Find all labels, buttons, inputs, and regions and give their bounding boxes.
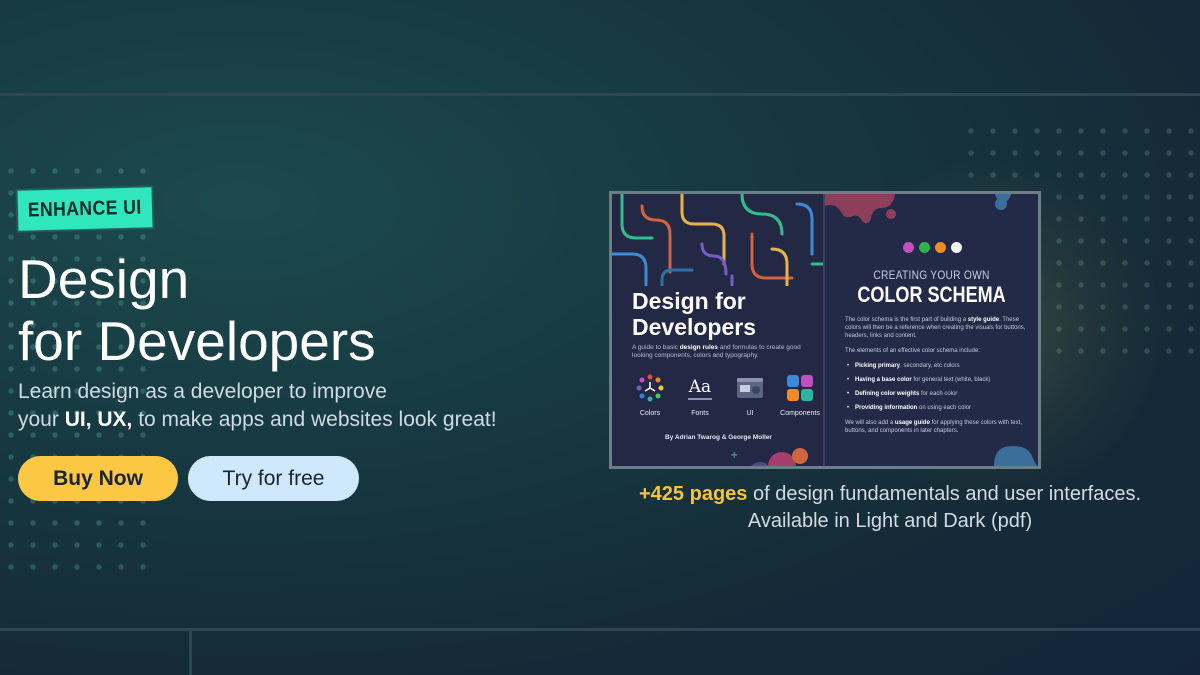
- book-preview: Design for Developers A guide to basic de…: [609, 191, 1041, 469]
- puzzle-icon: [786, 374, 814, 402]
- schema-list-item: Picking primary, secondary, etc colors: [847, 362, 1030, 370]
- schema-body: The color schema is the first part of bu…: [845, 316, 1030, 442]
- schema-list-item: Defining color weights for each color: [847, 390, 1030, 398]
- cover-icon-fonts: Aa Fonts: [680, 374, 720, 417]
- color-wheel-icon: [636, 374, 664, 402]
- swatch-purple: [903, 242, 914, 253]
- swatch-white: [951, 242, 962, 253]
- book-cover-page: Design for Developers A guide to basic de…: [612, 194, 825, 466]
- cover-icon-ui: UI: [730, 374, 770, 417]
- enhance-ui-badge: ENHANCE UI: [17, 187, 153, 231]
- title-line-2: for Developers: [18, 310, 376, 372]
- schema-title: COLOR SCHEMA: [857, 282, 1006, 307]
- svg-text:+: +: [730, 450, 738, 461]
- buy-now-button[interactable]: Buy Now: [18, 456, 178, 501]
- color-swatch-row: [903, 242, 962, 253]
- book-inner-page: CREATING YOUR OWN COLOR SCHEMA The color…: [825, 194, 1038, 466]
- corner-blob-decoration: [994, 446, 1038, 466]
- typography-icon: Aa: [686, 374, 714, 402]
- divider-vertical: [189, 628, 192, 675]
- cover-icon-row: Colors Aa Fonts UI Components: [630, 374, 820, 417]
- swatch-green: [919, 242, 930, 253]
- cover-description: A guide to basic design rules and formul…: [632, 344, 801, 359]
- divider-top: [0, 93, 1200, 96]
- title-line-1: Design: [18, 248, 190, 310]
- squiggle-pattern: [612, 194, 823, 286]
- try-for-free-button[interactable]: Try for free: [188, 456, 359, 501]
- page-title: Design for Developers: [18, 248, 578, 372]
- book-caption: +425 pages of design fundamentals and us…: [639, 483, 1141, 532]
- page-count-highlight: +425 pages: [639, 483, 748, 505]
- cover-title: Design for Developers: [632, 288, 757, 340]
- cover-icon-colors: Colors: [630, 374, 670, 417]
- format-availability: Available in Light and Dark (pdf): [747, 510, 1033, 532]
- paint-drip-decoration: [825, 194, 1011, 224]
- subtitle: Learn design as a developer to improve y…: [18, 380, 497, 431]
- schema-list-item: Having a base color for general text (wh…: [847, 376, 1030, 384]
- schema-list-item: Providing information on using each colo…: [847, 404, 1030, 412]
- swatch-orange: [935, 242, 946, 253]
- ui-window-icon: [736, 374, 764, 402]
- schema-kicker: CREATING YOUR OWN: [873, 268, 990, 282]
- divider-bottom: [0, 628, 1200, 631]
- cover-deco-shapes: +: [730, 448, 808, 466]
- cover-icon-components: Components: [780, 374, 820, 417]
